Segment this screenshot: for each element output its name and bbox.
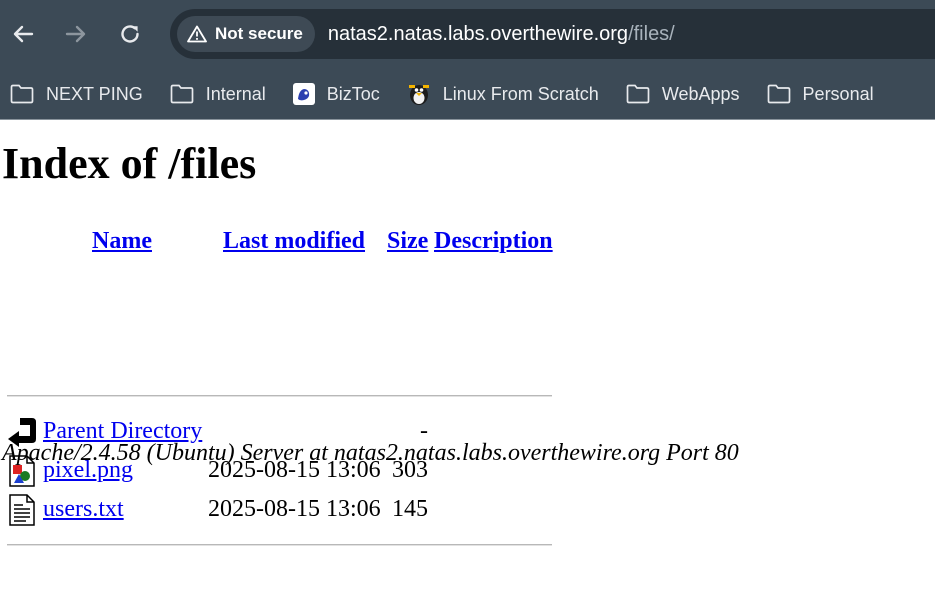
forward-arrow-icon [65, 25, 86, 43]
back-arrow-nav-icon [13, 25, 34, 43]
column-header-size[interactable]: Size [387, 228, 428, 255]
reload-button[interactable] [110, 14, 150, 54]
warning-icon [187, 25, 207, 43]
bookmark-label: NEXT PING [46, 83, 143, 104]
server-signature: Apache/2.4.58 (Ubuntu) Server at natas2.… [2, 440, 739, 466]
file-date: 2025-08-15 13:06 [208, 496, 381, 522]
url-host: natas2.natas.labs.overthewire.org [327, 22, 629, 45]
bookmark-lfs[interactable]: Linux From Scratch [407, 82, 599, 106]
text-file-icon [9, 494, 35, 526]
security-chip-label: Not secure [215, 24, 303, 43]
address-bar[interactable]: Not secure natas2.natas.labs.overthewire… [170, 9, 935, 59]
browser-chrome: Not secure natas2.natas.labs.overthewire… [0, 0, 935, 120]
table-row: users.txt 2025-08-15 13:06 145 [0, 494, 560, 528]
bookmark-webapps[interactable]: WebApps [626, 84, 740, 105]
header-divider [7, 395, 552, 397]
forward-button[interactable] [56, 14, 96, 54]
bookmark-label: BizToc [326, 83, 380, 104]
bookmark-label: Internal [205, 83, 266, 104]
bookmark-label: WebApps [661, 83, 740, 104]
bookmark-label: Personal [802, 83, 874, 104]
folder-icon [767, 84, 790, 104]
browser-toolbar: Not secure natas2.natas.labs.overthewire… [0, 0, 935, 68]
footer-divider [7, 544, 552, 546]
file-size: 145 [392, 496, 428, 522]
url-text[interactable]: natas2.natas.labs.overthewire.org/files/ [328, 23, 675, 46]
bookmark-next-ping[interactable]: NEXT PING [10, 84, 143, 105]
column-header-description[interactable]: Description [434, 228, 553, 255]
column-header-name[interactable]: Name [92, 228, 152, 255]
chrome-divider [0, 119, 935, 120]
security-chip[interactable]: Not secure [177, 16, 315, 52]
bookmark-internal[interactable]: Internal [170, 84, 266, 105]
bookmark-biztoc[interactable]: BizToc [292, 83, 380, 105]
bookmark-personal[interactable]: Personal [767, 84, 874, 105]
back-button[interactable] [3, 14, 43, 54]
reload-icon [121, 25, 139, 43]
folder-icon [170, 84, 194, 104]
bookmarks-bar: NEXT PING Internal BizToc Linux From Scr… [0, 68, 935, 120]
biztoc-favicon [292, 83, 315, 105]
folder-icon [626, 84, 650, 104]
page-title: Index of /files [2, 139, 257, 188]
bookmark-label: Linux From Scratch [442, 83, 599, 104]
lfs-favicon [408, 85, 429, 105]
url-path: /files/ [628, 22, 675, 45]
column-header-last-modified[interactable]: Last modified [223, 228, 365, 255]
folder-icon [10, 84, 34, 104]
file-link[interactable]: users.txt [43, 496, 124, 523]
